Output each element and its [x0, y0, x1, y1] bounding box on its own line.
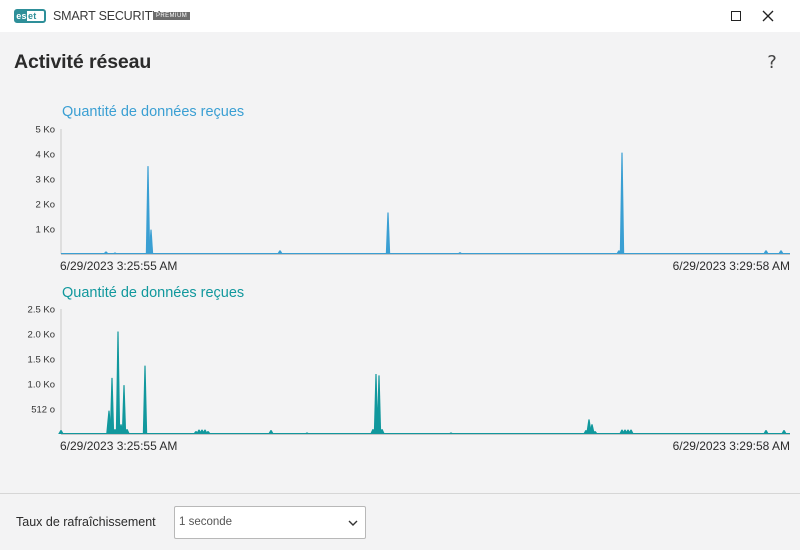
data-peak [385, 212, 391, 254]
close-icon [762, 10, 774, 22]
help-button[interactable]: ? [763, 52, 781, 74]
data-peak [115, 331, 121, 434]
y-tick-label: 2.5 Ko [28, 305, 55, 316]
eset-logo: es et [14, 9, 46, 23]
x-start-label: 6/29/2023 3:25:55 AM [60, 439, 177, 453]
data-peak [376, 375, 382, 434]
network-second-chart: 2.5 Ko 2.0 Ko 1.5 Ko 1.0 Ko 512 o 6/29/2023 3… [28, 305, 790, 453]
y-tick-label: 2.0 Ko [28, 330, 55, 341]
title-bar: es et SMART SECURITY PREMIUM [0, 0, 800, 32]
page-title: Activité réseau [14, 51, 152, 73]
refresh-rate-label: Taux de rafraîchissement [16, 515, 156, 529]
x-end-label: 6/29/2023 3:29:58 AM [673, 259, 790, 273]
x-start-label: 6/29/2023 3:25:55 AM [60, 259, 177, 273]
chart-title-second: Quantité de données reçues [62, 285, 245, 301]
edition-badge: PREMIUM [153, 12, 191, 20]
y-tick-label: 2 Ko [35, 200, 55, 211]
y-tick-label: 512 o [31, 405, 55, 416]
data-peak [619, 152, 625, 254]
y-tick-label: 1 Ko [35, 225, 55, 236]
close-button[interactable] [748, 0, 788, 32]
data-peak [121, 385, 127, 434]
network-received-chart: 5 Ko 4 Ko 3 Ko 2 Ko 1 Ko 6/29/2023 3:25:55 AM… [35, 125, 790, 273]
data-peak [145, 166, 151, 254]
logo-text-rest: et [28, 11, 37, 21]
data-peak [109, 377, 115, 434]
refresh-rate-select[interactable]: 1 seconde [174, 506, 366, 539]
x-end-label: 6/29/2023 3:29:58 AM [673, 439, 790, 453]
y-tick-label: 1.5 Ko [28, 355, 55, 366]
maximize-icon [731, 11, 741, 21]
y-tick-label: 5 Ko [35, 125, 55, 136]
refresh-rate-value: 1 seconde [179, 516, 233, 528]
chevron-down-icon [348, 520, 358, 526]
data-peak [142, 365, 148, 434]
y-tick-label: 1.0 Ko [28, 380, 55, 391]
y-tick-label: 4 Ko [35, 150, 55, 161]
chart-title-received: Quantité de données reçues [62, 104, 245, 120]
y-tick-label: 3 Ko [35, 175, 55, 186]
logo-text-inner: es [16, 11, 27, 21]
product-name: SMART SECURITY [53, 9, 161, 23]
footer: Taux de rafraîchissement 1 seconde [0, 493, 800, 550]
